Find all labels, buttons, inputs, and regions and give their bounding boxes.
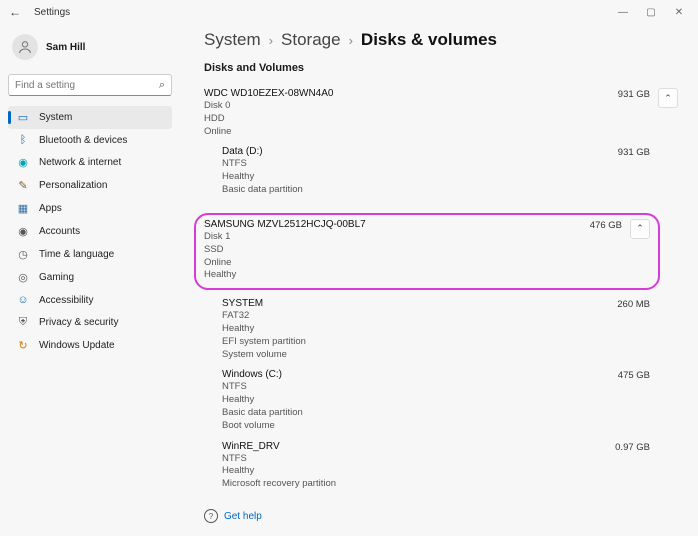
system-icon: ▭ — [16, 111, 30, 124]
volume-size: 931 GB — [618, 147, 650, 196]
volume-meta: NTFSHealthyMicrosoft recovery partition — [222, 453, 615, 491]
nav-label: Accounts — [39, 226, 80, 237]
nav-gaming[interactable]: ◎ Gaming — [8, 266, 172, 289]
search-icon: ⌕ — [159, 79, 165, 92]
chevron-right-icon: › — [269, 33, 273, 48]
crumb-current: Disks & volumes — [361, 30, 497, 50]
disk-item: WDC WD10EZEX-08WN4A0Disk 0HDDOnline931 G… — [204, 84, 678, 203]
nav-personalization[interactable]: ✎ Personalization — [8, 174, 172, 197]
help-label: Get help — [224, 511, 262, 522]
volume-name: WinRE_DRV — [222, 441, 615, 452]
wifi-icon: ◉ — [16, 156, 30, 169]
nav-label: Windows Update — [39, 340, 115, 351]
volume-meta: NTFSHealthyBasic data partitionBoot volu… — [222, 381, 618, 432]
search-box[interactable]: ⌕ — [8, 74, 172, 96]
window-controls: ― ▢ ✕ — [616, 7, 692, 18]
avatar — [12, 34, 38, 60]
search-input[interactable] — [15, 80, 159, 91]
update-icon: ↻ — [16, 339, 30, 352]
nav-label: System — [39, 112, 72, 123]
volume-name: Data (D:) — [222, 146, 618, 157]
apps-icon: ▦ — [16, 202, 30, 215]
chevron-right-icon: › — [349, 33, 353, 48]
back-button[interactable]: ← — [6, 5, 24, 19]
nav-label: Time & language — [39, 249, 114, 260]
nav-label: Bluetooth & devices — [39, 135, 127, 146]
clock-icon: ◷ — [16, 248, 30, 261]
user-name: Sam Hill — [46, 42, 85, 53]
nav-update[interactable]: ↻ Windows Update — [8, 334, 172, 357]
app-title: Settings — [34, 7, 70, 18]
nav-network[interactable]: ◉ Network & internet — [8, 151, 172, 174]
disk-item: SAMSUNG MZVL2512HCJQ-00BL7Disk 1SSDOnlin… — [204, 209, 678, 497]
shield-icon: ⛨ — [16, 316, 30, 329]
volume-name: Windows (C:) — [222, 369, 618, 380]
nav-list: ▭ System ᛒ Bluetooth & devices ◉ Network & … — [8, 106, 172, 357]
gamepad-icon: ◎ — [16, 271, 30, 284]
nav-label: Accessibility — [39, 295, 93, 306]
nav-label: Personalization — [39, 180, 107, 191]
collapse-button[interactable]: ⌃ — [658, 88, 678, 108]
nav-privacy[interactable]: ⛨ Privacy & security — [8, 311, 172, 334]
nav-time[interactable]: ◷ Time & language — [8, 243, 172, 266]
nav-bluetooth[interactable]: ᛒ Bluetooth & devices — [8, 129, 172, 151]
close-button[interactable]: ✕ — [672, 7, 686, 18]
disk-name: SAMSUNG MZVL2512HCJQ-00BL7 — [204, 219, 590, 230]
nav-label: Privacy & security — [39, 317, 118, 328]
disk-meta: Disk 0HDDOnline — [204, 100, 618, 138]
maximize-button[interactable]: ▢ — [644, 7, 658, 18]
sidebar: Sam Hill ⌕ ▭ System ᛒ Bluetooth & devices … — [0, 24, 180, 536]
volume-size: 475 GB — [618, 370, 650, 432]
disk-name: WDC WD10EZEX-08WN4A0 — [204, 88, 618, 99]
accessibility-icon: ☺ — [16, 294, 30, 306]
section-title: Disks and Volumes — [204, 62, 678, 74]
crumb-system[interactable]: System — [204, 30, 261, 50]
get-help-link[interactable]: ? Get help — [204, 509, 678, 529]
volume-meta: NTFSHealthyBasic data partition — [222, 158, 618, 196]
nav-label: Network & internet — [39, 157, 121, 168]
volume-item[interactable]: WinRE_DRVNTFSHealthyMicrosoft recovery p… — [222, 441, 678, 491]
volume-meta: FAT32HealthyEFI system partitionSystem v… — [222, 310, 617, 361]
disks-list: WDC WD10EZEX-08WN4A0Disk 0HDDOnline931 G… — [204, 84, 678, 497]
brush-icon: ✎ — [16, 179, 30, 192]
volume-item[interactable]: Data (D:)NTFSHealthyBasic data partition… — [222, 146, 678, 196]
nav-system[interactable]: ▭ System — [8, 106, 172, 129]
volume-size: 260 MB — [617, 299, 650, 361]
volume-size: 0.97 GB — [615, 442, 650, 491]
disk-size: 476 GB — [590, 220, 622, 231]
nav-apps[interactable]: ▦ Apps — [8, 197, 172, 220]
profile[interactable]: Sam Hill — [8, 30, 172, 70]
person-icon: ◉ — [16, 225, 30, 238]
nav-label: Apps — [39, 203, 62, 214]
volume-item[interactable]: Windows (C:)NTFSHealthyBasic data partit… — [222, 369, 678, 432]
disk-meta: Disk 1SSDOnlineHealthy — [204, 231, 590, 282]
volume-item[interactable]: SYSTEMFAT32HealthyEFI system partitionSy… — [222, 298, 678, 361]
main-content: System › Storage › Disks & volumes Disks… — [180, 24, 698, 536]
bluetooth-icon: ᛒ — [16, 134, 30, 146]
crumb-storage[interactable]: Storage — [281, 30, 341, 50]
nav-accessibility[interactable]: ☺ Accessibility — [8, 289, 172, 311]
disk-size: 931 GB — [618, 89, 650, 100]
nav-label: Gaming — [39, 272, 74, 283]
breadcrumb: System › Storage › Disks & volumes — [204, 30, 678, 50]
minimize-button[interactable]: ― — [616, 7, 630, 18]
collapse-button[interactable]: ⌃ — [630, 219, 650, 239]
nav-accounts[interactable]: ◉ Accounts — [8, 220, 172, 243]
help-icon: ? — [204, 509, 218, 523]
titlebar: ← Settings ― ▢ ✕ — [0, 0, 698, 24]
volume-name: SYSTEM — [222, 298, 617, 309]
